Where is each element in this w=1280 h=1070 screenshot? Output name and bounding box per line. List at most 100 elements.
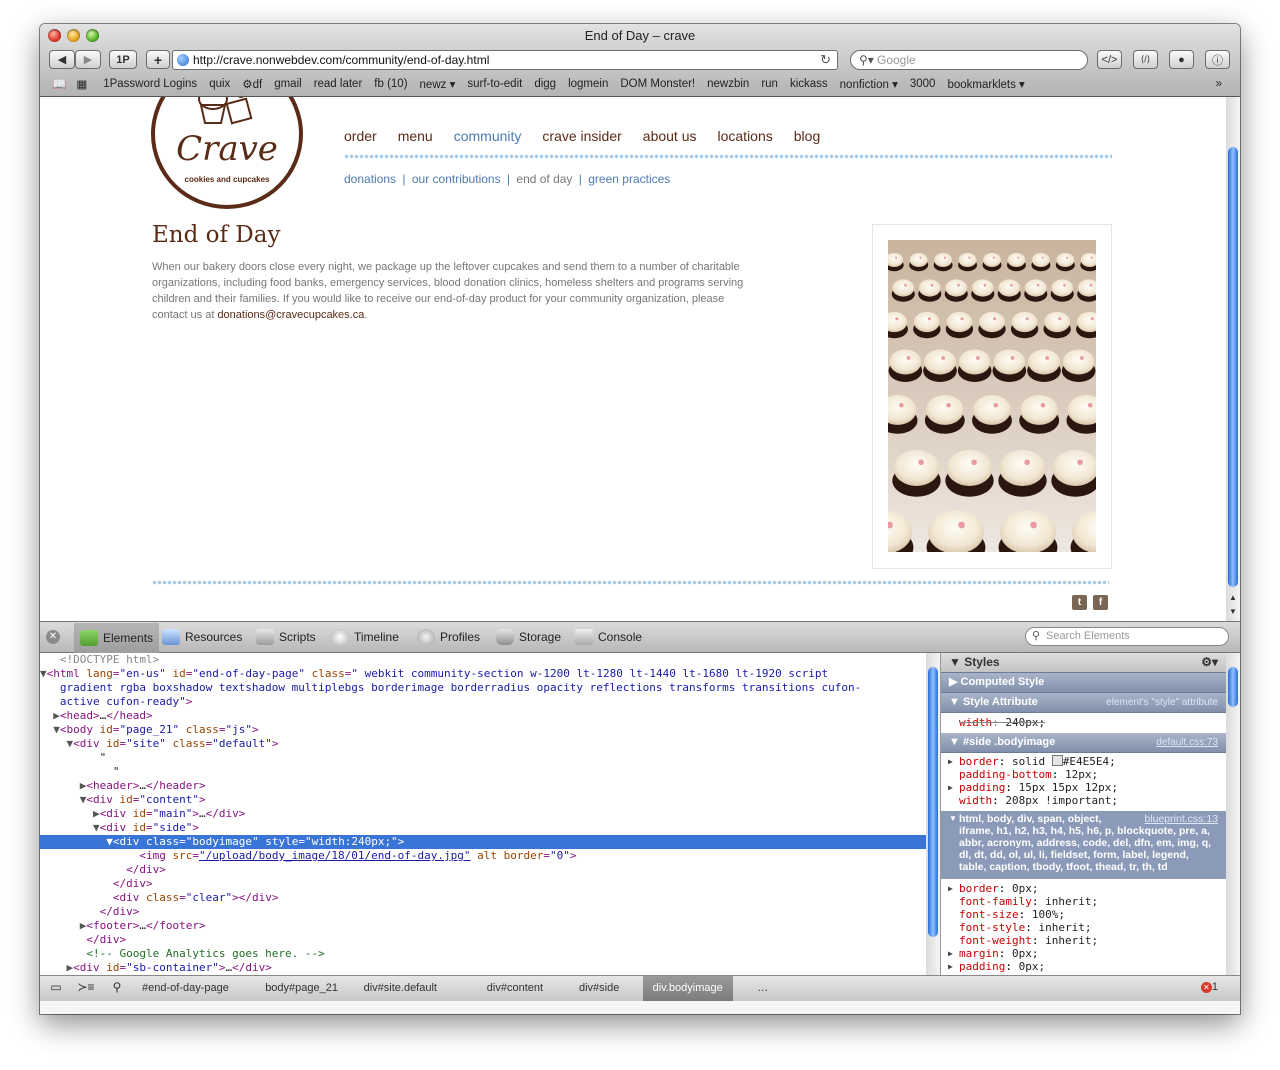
dom-node[interactable]: <img src="/upload/body_image/18/01/end-o… — [40, 849, 926, 863]
tab-scripts[interactable]: Scripts — [256, 629, 316, 645]
breadcrumb-item[interactable]: div#content — [477, 976, 553, 1001]
tab-profiles[interactable]: Profiles — [417, 629, 480, 645]
border-property[interactable]: ▶ border: 0px; — [941, 882, 1226, 895]
nav-item-order[interactable]: order — [344, 128, 377, 144]
font-size-property[interactable]: font-size: 100%; — [941, 908, 1226, 921]
tab-resources[interactable]: Resources — [162, 629, 242, 645]
dom-node[interactable]: ▼<div id="content"> — [40, 793, 926, 807]
dom-node[interactable]: " — [40, 765, 926, 779]
donations-email-link[interactable]: donations@cravecupcakes.ca — [217, 309, 364, 321]
style-attr-width-property[interactable]: width: 240px; — [941, 713, 1226, 733]
font-weight-property[interactable]: font-weight: inherit; — [941, 934, 1226, 947]
twitter-icon[interactable]: t — [1072, 595, 1087, 610]
search-elements-input[interactable]: ⚲ Search Elements — [1025, 627, 1229, 646]
bookmark-item[interactable]: digg — [534, 78, 556, 90]
dom-node[interactable]: ▼<body id="page_21" class="js"> — [40, 723, 926, 737]
bookmark-item[interactable]: read later — [314, 78, 363, 90]
close-inspector-icon[interactable]: ✕ — [46, 630, 60, 644]
gear-icon[interactable]: ⚙▾ — [1201, 653, 1218, 672]
disclosure-triangle-icon[interactable]: ▼ — [53, 723, 60, 736]
padding-property[interactable]: ▶ padding: 15px 15px 12px; — [941, 781, 1226, 794]
dom-node[interactable]: gradient rgba boxshadow textshadow multi… — [40, 681, 926, 695]
dom-node[interactable]: </div> — [40, 933, 926, 947]
dock-icon[interactable]: ▭ — [45, 980, 67, 996]
bookmark-item[interactable]: newzbin — [707, 78, 749, 90]
tab-elements[interactable]: Elements — [74, 623, 160, 653]
overflow-chevron-icon[interactable]: » — [1216, 78, 1222, 90]
bookmark-item[interactable]: ⚙df — [242, 77, 262, 91]
bookmark-item[interactable]: quix — [209, 78, 230, 90]
bookmark-item[interactable]: newz ▾ — [420, 77, 456, 91]
console-toggle-icon[interactable]: ≻≡ — [75, 980, 97, 996]
nav-item-locations[interactable]: locations — [718, 128, 773, 144]
scroll-up-arrow-icon[interactable]: ▲ — [1226, 593, 1240, 605]
info-button[interactable]: ⓘ — [1205, 50, 1230, 69]
scroll-down-arrow-icon[interactable]: ▼ — [1226, 607, 1240, 619]
subnav-end-of-day[interactable]: end of day — [516, 172, 572, 186]
style-attribute-header[interactable]: ▼ Style Attribute element's "style" attri… — [941, 693, 1226, 713]
breadcrumb-item[interactable]: #end-of-day-page — [132, 976, 239, 1001]
styles-header[interactable]: ▼ Styles ⚙▾ — [941, 653, 1226, 673]
disclosure-triangle-icon[interactable]: ▶ — [53, 709, 60, 722]
extension-button[interactable]: ● — [1169, 50, 1194, 69]
dom-node[interactable]: </div> — [40, 863, 926, 877]
border-property[interactable]: ▶ border: solid #E4E5E4; — [941, 755, 1226, 768]
crave-logo[interactable]: Crave cookies and cupcakes — [151, 97, 303, 209]
bookmark-item[interactable]: bookmarklets ▾ — [947, 77, 1024, 91]
page-scrollbar[interactable]: ▲ ▼ — [1226, 97, 1240, 621]
image-src-link[interactable]: "/upload/body_image/18/01/end-of-day.jpg… — [199, 849, 471, 862]
nav-item-menu[interactable]: menu — [398, 128, 433, 144]
rule-blueprint-header[interactable]: ▼ blueprint.css:13 html, body, div, span, … — [941, 811, 1226, 879]
nav-item-about-us[interactable]: about us — [643, 128, 697, 144]
padding-property[interactable]: ▶ padding: 0px; — [941, 960, 1226, 973]
back-button[interactable]: ◀ — [49, 50, 75, 69]
onepassword-button[interactable]: 1P — [109, 50, 137, 69]
validator-button[interactable]: ⟨/⟩ — [1133, 50, 1158, 69]
nav-item-community[interactable]: community — [454, 128, 522, 144]
bookmark-item[interactable]: run — [761, 78, 778, 90]
bookmark-item[interactable]: 1Password Logins — [103, 78, 197, 90]
breadcrumb-item[interactable]: div#side — [569, 976, 629, 1001]
disclosure-triangle-icon[interactable]: ▼ — [106, 835, 113, 848]
dom-tree[interactable]: <!DOCTYPE html> ▼<html lang="en-us" id="e… — [40, 653, 926, 975]
dom-node[interactable]: <!DOCTYPE html> — [40, 653, 926, 667]
bookmark-item[interactable]: surf-to-edit — [467, 78, 522, 90]
dom-node[interactable]: ▼<div id="side"> — [40, 821, 926, 835]
dom-node[interactable]: </div> — [40, 905, 926, 919]
bookmark-item[interactable]: nonfiction ▾ — [840, 77, 898, 91]
dom-node[interactable]: ▶<head>…</head> — [40, 709, 926, 723]
tab-timeline[interactable]: Timeline — [331, 629, 399, 645]
tab-console[interactable]: Console — [575, 629, 642, 645]
tab-storage[interactable]: Storage — [496, 629, 561, 645]
add-bookmark-button[interactable]: + — [146, 50, 170, 69]
dom-node[interactable]: active cufon-ready"> — [40, 695, 926, 709]
view-source-button[interactable]: </> — [1097, 50, 1122, 69]
dom-node[interactable]: ▶<footer>…</footer> — [40, 919, 926, 933]
error-counter[interactable]: ✕ 1 — [1200, 981, 1218, 993]
bookmark-item[interactable]: fb (10) — [374, 78, 407, 90]
rule-side-bodyimage-header[interactable]: ▼ #side .bodyimage default.css:73 — [941, 733, 1226, 753]
disclosure-triangle-icon[interactable]: ▶ — [93, 807, 100, 820]
styles-scrollbar[interactable] — [1226, 653, 1240, 975]
breadcrumb-item[interactable]: … — [747, 976, 778, 1001]
top-sites-icon[interactable]: ▦ — [76, 77, 87, 91]
rule-source-link[interactable]: blueprint.css:13 — [1144, 813, 1218, 825]
dom-node[interactable]: <!-- Google Analytics goes here. --> — [40, 947, 926, 961]
subnav-green-practices[interactable]: green practices — [588, 172, 670, 186]
disclosure-triangle-icon[interactable]: ▼ — [40, 667, 47, 680]
dom-scrollbar[interactable] — [926, 653, 940, 975]
dom-node[interactable]: ▼<div id="site" class="default"> — [40, 737, 926, 751]
dom-node[interactable]: " — [40, 751, 926, 765]
dom-node[interactable]: </div> — [40, 877, 926, 891]
forward-button[interactable]: ▶ — [75, 50, 101, 69]
dom-node[interactable]: ▶<div id="sb-container">…</div> — [40, 961, 926, 975]
dom-node[interactable]: ▶<header>…</header> — [40, 779, 926, 793]
width-property[interactable]: width: 208px !important; — [941, 794, 1226, 807]
font-family-property[interactable]: font-family: inherit; — [941, 895, 1226, 908]
padding-bottom-property[interactable]: padding-bottom: 12px; — [941, 768, 1226, 781]
page-scrollbar-thumb[interactable] — [1228, 147, 1238, 587]
dom-scrollbar-thumb[interactable] — [928, 667, 938, 937]
rule-source-link[interactable]: default.css:73 — [1156, 733, 1218, 752]
search-field[interactable]: ⚲▾ Google — [850, 50, 1088, 70]
reload-icon[interactable]: ↻ — [820, 51, 831, 69]
